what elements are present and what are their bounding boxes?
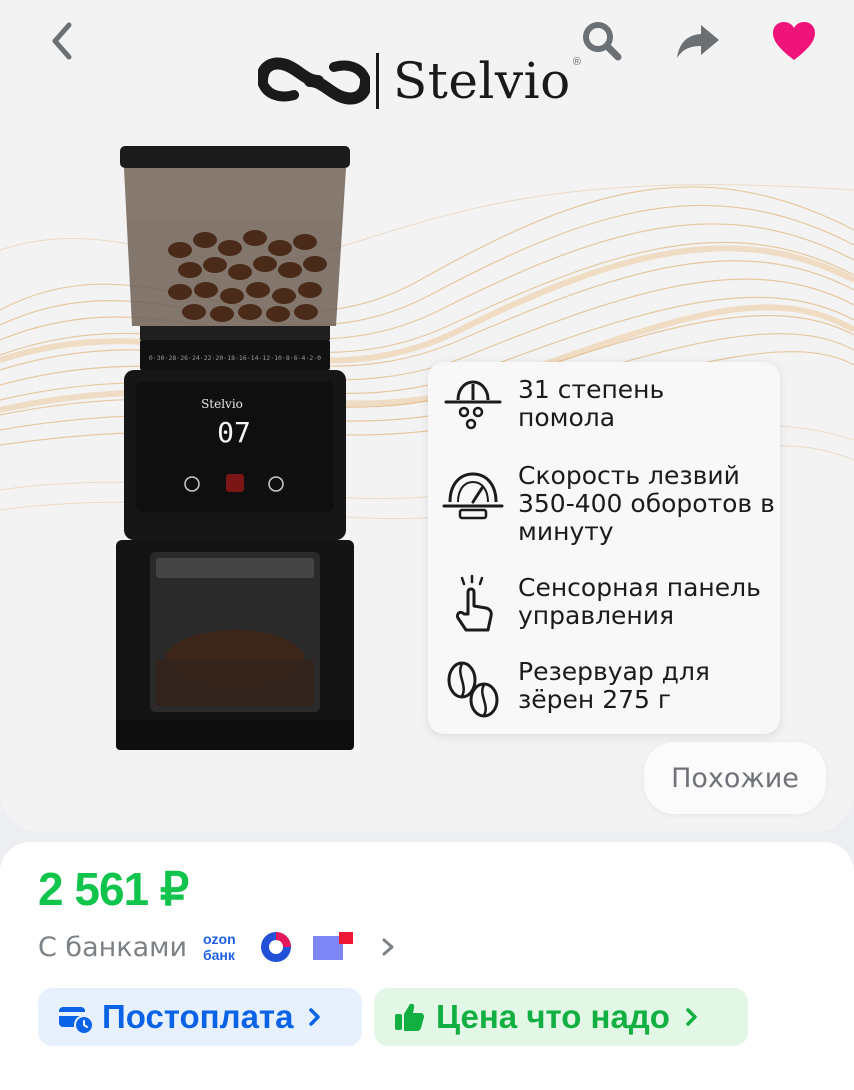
brand-name: Stelvio <box>393 52 571 110</box>
product-info: 2 561 ₽ С банками ozon банк Постоплата Ц… <box>0 842 854 1090</box>
share-arrow-icon <box>677 25 719 58</box>
chevron-right-icon <box>309 1008 321 1026</box>
ozon-bank-logo: ozon банк <box>203 931 236 963</box>
chevron-left-icon <box>52 22 72 60</box>
good-price-label: Цена что надо <box>436 998 670 1035</box>
grinder-display: 07 <box>217 416 251 449</box>
tbank-icon <box>313 932 354 960</box>
back-button[interactable] <box>20 0 104 82</box>
feature-item: 31 степень помола <box>442 376 768 438</box>
coffee-bean-icon <box>447 661 499 718</box>
feature-text: Резервуар для зёрен 275 г <box>518 657 710 714</box>
similar-button[interactable]: Похожие <box>644 742 826 814</box>
search-icon <box>583 22 622 61</box>
card-clock-icon <box>59 1007 94 1035</box>
brand-registered-mark: ® <box>572 56 581 68</box>
chevron-right-icon <box>686 1008 697 1026</box>
good-price-chip[interactable]: Цена что надо <box>374 988 748 1046</box>
svg-text:ozon: ozon <box>203 931 236 947</box>
feature-item: Скорость лезвий 350-400 оборотов в минут… <box>442 462 778 546</box>
heart-icon <box>773 22 815 60</box>
feature-text: 31 степень помола <box>518 375 665 432</box>
price: 2 561 ₽ <box>38 863 189 915</box>
banks-label: С банками <box>38 931 188 963</box>
grinder-brand: Stelvio <box>201 397 243 411</box>
feature-item: Резервуар для зёрен 275 г <box>442 658 758 720</box>
sber-bank-icon <box>261 932 292 962</box>
brand-mark-icon <box>258 57 370 105</box>
product-gallery[interactable]: Stelvio ® 0·30·28·26·24·22·20·18·16·14·1… <box>0 0 854 832</box>
grind-icon <box>444 380 502 430</box>
thumbs-up-icon <box>395 1003 424 1031</box>
grind-scale: 0·30·28·26·24·22·20·18·16·14·12·10·8·6·4… <box>149 354 321 362</box>
product-image: 0·30·28·26·24·22·20·18·16·14·12·10·8·6·4… <box>116 146 354 750</box>
svg-text:банк: банк <box>203 947 236 963</box>
brand-logo: Stelvio ® <box>258 48 581 114</box>
feature-text: Скорость лезвий 350-400 оборотов в минут… <box>518 461 775 546</box>
brand-divider <box>376 53 379 109</box>
feature-text: Сенсорная панель управления <box>518 573 761 630</box>
postpay-label: Постоплата <box>102 998 294 1035</box>
share-button[interactable] <box>656 0 740 82</box>
favorite-button[interactable] <box>752 0 836 82</box>
feature-card: 31 степень помола Скорость лезвий 350-40… <box>428 362 780 734</box>
bank-offers[interactable]: С банками ozon банк <box>38 928 401 966</box>
postpay-chip[interactable]: Постоплата <box>38 988 362 1046</box>
chevron-right-icon <box>382 938 394 956</box>
touch-icon <box>456 574 493 632</box>
feature-item: Сенсорная панель управления <box>442 574 778 636</box>
speedometer-icon <box>442 472 504 520</box>
